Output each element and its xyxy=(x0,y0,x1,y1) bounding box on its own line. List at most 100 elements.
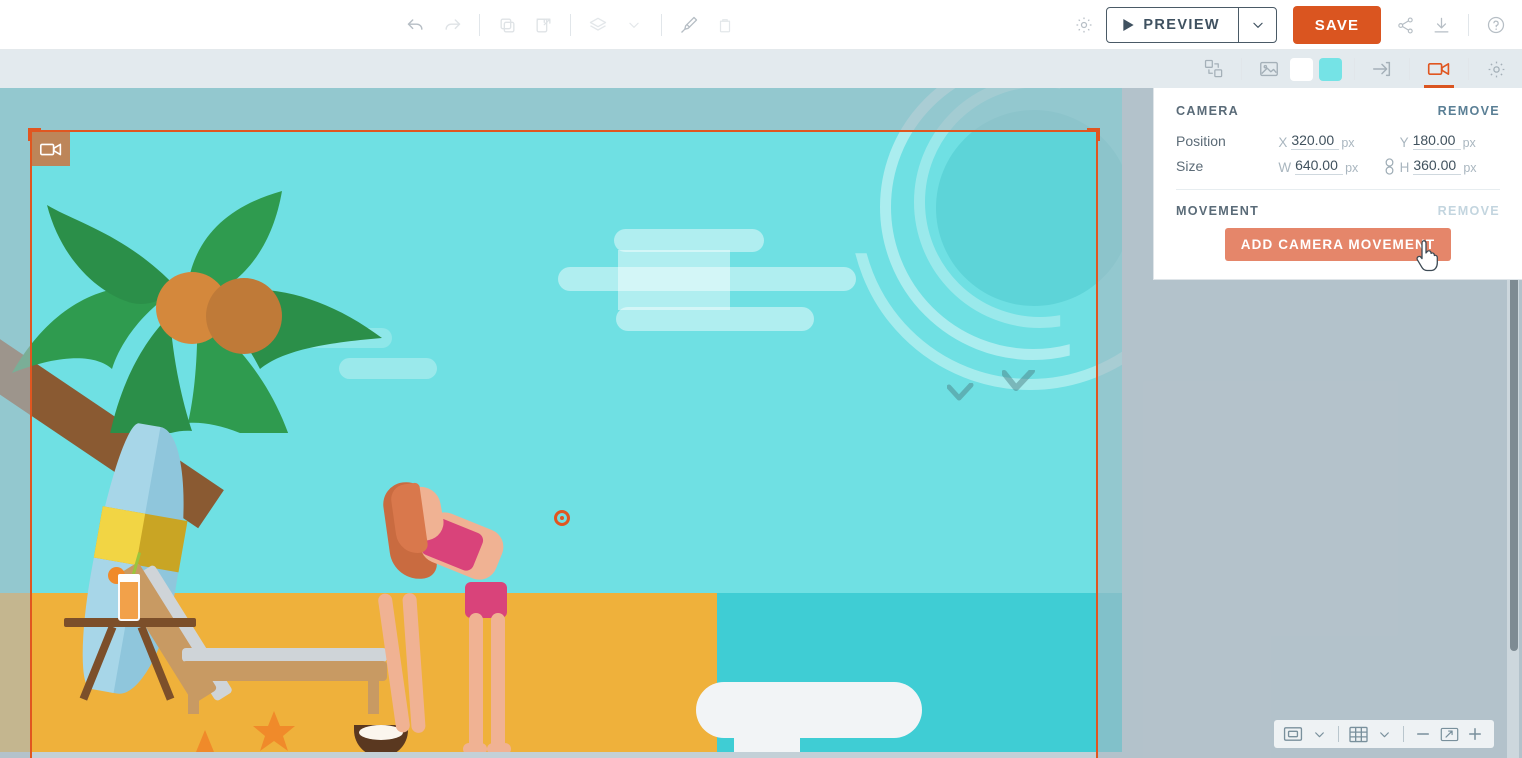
x-prefix-label: X xyxy=(1278,135,1287,150)
layers-caret-icon[interactable] xyxy=(616,7,652,43)
position-x-group: X px xyxy=(1278,132,1378,150)
position-y-input[interactable] xyxy=(1413,132,1461,150)
link-aspect-ratio-icon[interactable] xyxy=(1379,158,1400,175)
grid-icon[interactable] xyxy=(1345,721,1371,747)
starfish-small xyxy=(252,710,296,752)
trash-icon[interactable] xyxy=(707,7,743,43)
lounge-chair-leg-left xyxy=(188,674,199,714)
scene-artboard[interactable] xyxy=(0,88,1122,752)
size-label: Size xyxy=(1176,158,1278,174)
zoom-out-icon[interactable] xyxy=(1410,721,1436,747)
undo-icon[interactable] xyxy=(398,7,434,43)
movement-remove-button[interactable]: REMOVE xyxy=(1438,204,1500,218)
cloud-shape-bottom xyxy=(616,307,814,331)
drink-glass xyxy=(118,577,140,621)
position-x-input[interactable] xyxy=(1291,132,1339,150)
add-camera-movement-button[interactable]: ADD CAMERA MOVEMENT xyxy=(1225,228,1451,261)
toolbar-divider-2 xyxy=(570,14,571,36)
w-prefix-label: W xyxy=(1278,160,1291,175)
preview-button-group: PREVIEW xyxy=(1106,7,1277,43)
cloud-shape-mid xyxy=(558,267,856,291)
size-width-input[interactable] xyxy=(1295,157,1343,175)
camera-properties-panel: CAMERA REMOVE Position X px Y px Size W … xyxy=(1153,88,1522,280)
swatch-white[interactable] xyxy=(1290,58,1313,81)
camera-pivot-point[interactable] xyxy=(554,510,570,526)
download-icon[interactable] xyxy=(1423,7,1459,43)
camera-badge-icon[interactable] xyxy=(32,132,70,166)
duplicate-icon[interactable] xyxy=(525,7,561,43)
transition-icon[interactable] xyxy=(1196,51,1232,87)
scene-divider-2 xyxy=(1354,58,1355,80)
swatch-cyan[interactable] xyxy=(1319,58,1342,81)
camera-remove-button[interactable]: REMOVE xyxy=(1438,104,1500,118)
brush-icon[interactable] xyxy=(671,7,707,43)
scene-divider-1 xyxy=(1241,58,1242,80)
panel-divider xyxy=(1176,189,1500,190)
position-y-group: Y px xyxy=(1400,132,1500,150)
scene-divider-4 xyxy=(1468,58,1469,80)
position-field-row: Position X px Y px xyxy=(1176,132,1500,150)
h-prefix-label: H xyxy=(1400,160,1410,175)
toolbar-divider-4 xyxy=(1468,14,1469,36)
wave-foam-top xyxy=(696,682,922,738)
palm-leaves xyxy=(0,183,412,433)
zoom-divider-1 xyxy=(1338,726,1339,742)
size-w-group: W px xyxy=(1278,157,1378,175)
scene-divider-3 xyxy=(1409,58,1410,80)
camera-panel-title: CAMERA xyxy=(1176,104,1239,118)
drink-glass-rim xyxy=(118,574,140,582)
help-icon[interactable] xyxy=(1478,7,1514,43)
bird-icon-left xyxy=(947,383,987,409)
copy-icon[interactable] xyxy=(489,7,525,43)
fit-icon[interactable] xyxy=(1364,51,1400,87)
x-unit-label: px xyxy=(1341,136,1354,150)
zoom-divider-2 xyxy=(1403,726,1404,742)
bird-icon-right xyxy=(1002,370,1048,398)
share-icon[interactable] xyxy=(1387,7,1423,43)
woman-foot-left xyxy=(463,743,487,752)
camera-icon[interactable] xyxy=(1419,50,1459,88)
h-unit-label: px xyxy=(1463,161,1476,175)
gear-icon[interactable] xyxy=(1066,7,1102,43)
woman-leg-right xyxy=(491,613,505,752)
grid-caret-icon[interactable] xyxy=(1371,721,1397,747)
w-unit-label: px xyxy=(1345,161,1358,175)
toolbar-divider-1 xyxy=(479,14,480,36)
size-h-group: H px xyxy=(1400,157,1500,175)
play-icon xyxy=(1123,19,1134,31)
preview-button[interactable]: PREVIEW xyxy=(1107,8,1238,42)
chevron-down-icon xyxy=(1251,18,1265,32)
size-field-row: Size W px H px xyxy=(1176,157,1500,175)
layers-icon[interactable] xyxy=(580,7,616,43)
y-prefix-label: Y xyxy=(1400,135,1409,150)
movement-header: MOVEMENT REMOVE xyxy=(1176,204,1500,218)
lounge-chair-cushion xyxy=(182,648,387,662)
edit-tools-group xyxy=(398,0,743,50)
movement-title: MOVEMENT xyxy=(1176,204,1259,218)
zoom-in-icon[interactable] xyxy=(1462,721,1488,747)
preview-options-button[interactable] xyxy=(1238,8,1276,42)
size-height-input[interactable] xyxy=(1413,157,1461,175)
y-unit-label: px xyxy=(1463,136,1476,150)
save-button[interactable]: SAVE xyxy=(1293,6,1381,44)
toolbar-divider-3 xyxy=(661,14,662,36)
woman-foot-right xyxy=(487,743,511,752)
fit-caret-icon[interactable] xyxy=(1306,721,1332,747)
starfish-large xyxy=(172,728,238,752)
preview-label: PREVIEW xyxy=(1143,17,1220,33)
camera-panel-header: CAMERA REMOVE xyxy=(1176,104,1500,118)
top-right-actions: PREVIEW SAVE xyxy=(1066,0,1514,50)
zoom-fit-icon[interactable] xyxy=(1436,721,1462,747)
fit-screen-icon[interactable] xyxy=(1280,721,1306,747)
cloud-shape-top xyxy=(614,229,764,252)
redo-icon[interactable] xyxy=(434,7,470,43)
image-icon[interactable] xyxy=(1251,51,1287,87)
woman-leg-left xyxy=(469,613,483,752)
scene-toolbar xyxy=(0,50,1522,88)
lounge-chair-seat xyxy=(182,661,387,681)
lounge-chair-leg-right xyxy=(368,674,379,714)
gear-icon-scene[interactable] xyxy=(1478,51,1514,87)
top-toolbar: PREVIEW SAVE xyxy=(0,0,1522,50)
zoom-controls xyxy=(1274,720,1494,748)
vertical-scrollbar-thumb[interactable] xyxy=(1510,271,1518,651)
